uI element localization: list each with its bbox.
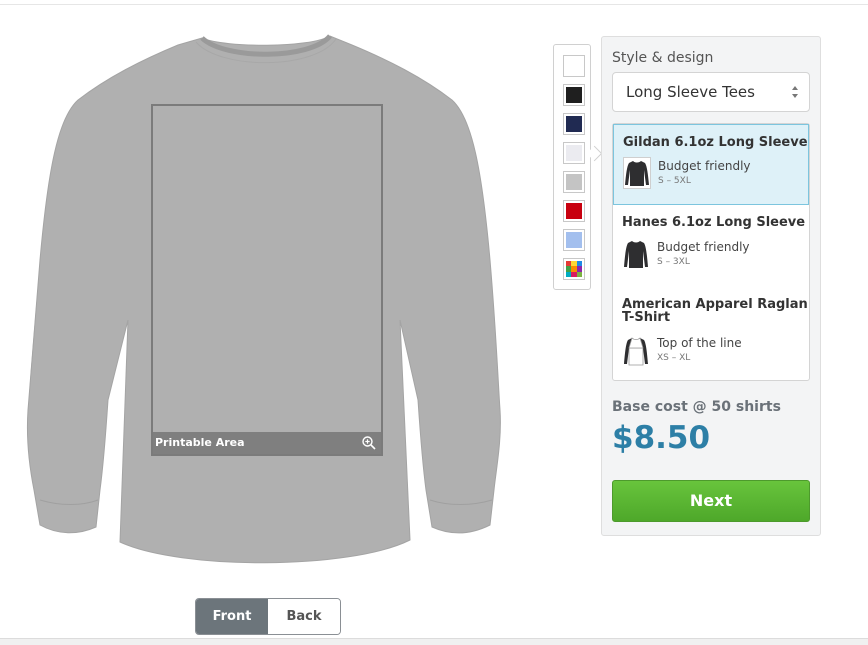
- product-hanes[interactable]: Hanes 6.1oz Long Sleeve Budget friendly …: [613, 206, 809, 288]
- product-name: American Apparel Raglan T-Shirt: [622, 297, 808, 325]
- zoom-in-icon[interactable]: [361, 435, 377, 451]
- swatch-black[interactable]: [563, 84, 585, 106]
- product-list: Gildan 6.1oz Long Sleeve Budget friendly…: [612, 123, 810, 381]
- long-sleeve-shirt-thumbnail: [623, 157, 651, 189]
- product-tag: Budget friendly: [657, 240, 750, 254]
- product-sizes: S – 5XL: [658, 176, 691, 186]
- swatch-light-gray[interactable]: [563, 142, 585, 164]
- swatch-heather-gray[interactable]: [563, 171, 585, 193]
- printable-area-label: Printable Area: [155, 436, 245, 449]
- style-panel: Style & design Long Sleeve Tees Gildan 6…: [601, 36, 821, 536]
- more-colors-swatch[interactable]: [563, 258, 585, 280]
- back-view-button[interactable]: Back: [268, 599, 340, 634]
- product-sizes: XS – XL: [657, 353, 691, 363]
- printable-area-bar: Printable Area: [153, 432, 381, 454]
- product-tag: Top of the line: [657, 336, 742, 350]
- base-cost-value: $8.50: [612, 420, 711, 456]
- product-sizes: S – 3XL: [657, 257, 690, 267]
- select-arrows-icon: [792, 86, 798, 98]
- style-select-value: Long Sleeve Tees: [626, 83, 755, 101]
- style-select[interactable]: Long Sleeve Tees: [612, 72, 810, 112]
- swatch-red[interactable]: [563, 200, 585, 222]
- product-american-apparel[interactable]: American Apparel Raglan T-Shirt Top of t…: [613, 289, 809, 381]
- top-divider: [0, 4, 868, 5]
- long-sleeve-shirt-thumbnail: [622, 238, 650, 270]
- product-name: Gildan 6.1oz Long Sleeve: [623, 135, 808, 150]
- swatch-white[interactable]: [563, 55, 585, 77]
- style-design-label: Style & design: [612, 50, 714, 66]
- product-gildan[interactable]: Gildan 6.1oz Long Sleeve Budget friendly…: [613, 124, 809, 205]
- color-swatch-panel: [553, 44, 591, 290]
- swatch-navy[interactable]: [563, 113, 585, 135]
- color-grid-icon: [566, 261, 582, 277]
- front-view-button[interactable]: Front: [196, 599, 268, 634]
- view-toggle: Front Back: [195, 598, 341, 635]
- base-cost-label: Base cost @ 50 shirts: [612, 399, 781, 415]
- raglan-shirt-thumbnail: [622, 335, 650, 367]
- product-name: Hanes 6.1oz Long Sleeve: [622, 215, 806, 230]
- product-tag: Budget friendly: [658, 159, 751, 173]
- printable-area[interactable]: Printable Area: [151, 104, 383, 456]
- swatch-light-blue[interactable]: [563, 229, 585, 251]
- next-button[interactable]: Next: [612, 480, 810, 522]
